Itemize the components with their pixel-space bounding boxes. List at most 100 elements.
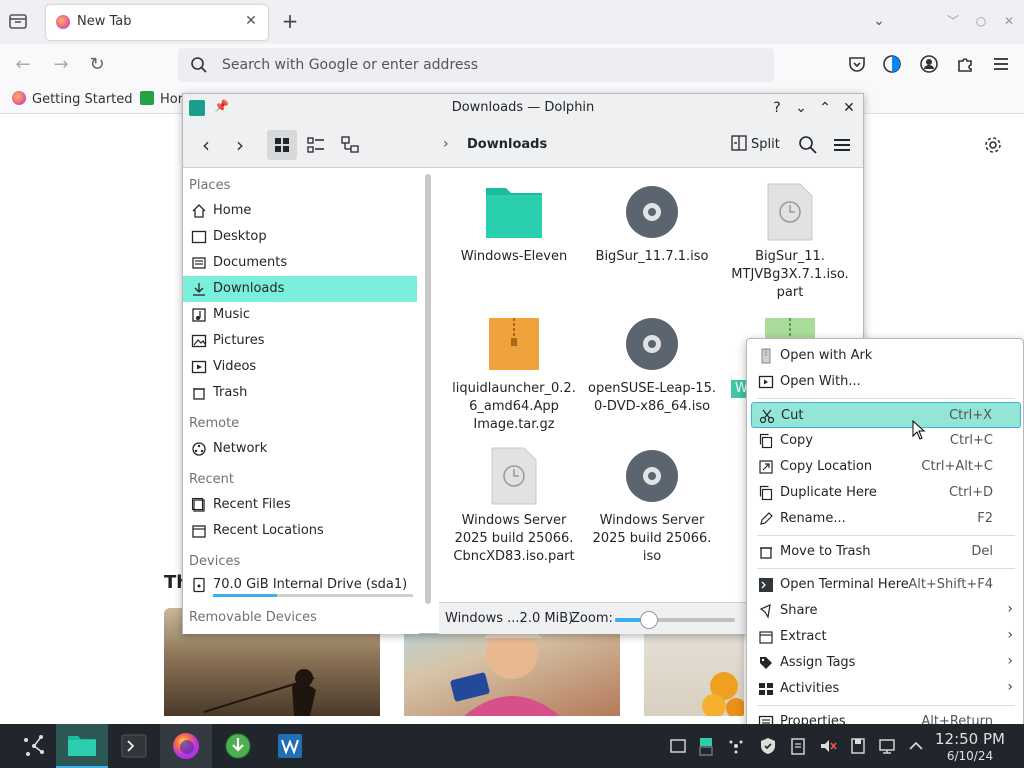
taskbar-downloader[interactable] [212,724,264,768]
tab-list-icon[interactable] [8,12,30,32]
back-icon[interactable]: ← [10,52,36,78]
url-bar[interactable] [178,48,774,82]
sidebar-scrollbar[interactable] [423,172,433,632]
extensions-icon[interactable] [954,53,976,75]
menu-item-open-with-ark[interactable]: Open with Ark [751,343,1021,369]
sidebar-item-music[interactable]: Music [183,302,417,328]
menu-item-open-terminal-here[interactable]: Open Terminal Here Alt+Shift+F4 [751,572,1021,598]
menu-item-share[interactable]: Share › [751,598,1021,624]
sidebar-scroll-thumb[interactable] [425,174,431,604]
forward-icon[interactable]: › [227,132,253,158]
file-item[interactable]: Windows Server 2025 build 25066. iso [583,446,721,566]
menu-item-assign-tags[interactable]: Assign Tags › [751,650,1021,676]
details-view-icon [341,136,359,153]
file-item[interactable]: BigSur_11. MTJVBg3X.7.1.iso. part [721,182,859,302]
reload-icon[interactable]: ↻ [84,52,110,78]
close-window-icon[interactable]: ✕ [1000,12,1018,30]
menu-item-copy[interactable]: Copy Ctrl+C [751,428,1021,454]
pocket-icon[interactable] [846,53,868,75]
hamburger-menu-icon[interactable] [990,53,1012,75]
new-tab-button[interactable]: + [279,10,301,32]
breadcrumb[interactable]: Downloads [467,137,547,152]
bookmark-home[interactable]: Hor [140,91,183,109]
share-icon [759,603,771,619]
help-icon[interactable]: ? [767,98,787,118]
zoom-slider[interactable] [615,611,735,629]
network-icon[interactable] [878,736,898,756]
application-launcher[interactable] [8,724,60,768]
sidebar-item-videos[interactable]: Videos [183,354,417,380]
dolphin-toolbar: ‹ › › Downloads Split [183,122,863,168]
tab-new-tab[interactable]: New Tab ✕ [46,5,268,40]
account-icon[interactable] [918,53,940,75]
desktop-peek-icon[interactable] [668,736,688,756]
file-item[interactable]: liquidlauncher_0.2. 6_amd64.App Image.ta… [445,314,583,434]
firefox-view-icon[interactable] [881,53,903,75]
menu-item-copy-location[interactable]: Copy Location Ctrl+Alt+C [751,454,1021,480]
file-item[interactable]: openSUSE-Leap-15. 0-DVD-x86_64.iso [583,314,721,416]
menu-item-cut[interactable]: Cut Ctrl+X [751,402,1021,428]
sidebar-item-documents[interactable]: Documents [183,250,417,276]
sidebar-item-recent-locations[interactable]: Recent Locations [183,518,417,544]
sidebar-item-recent-files[interactable]: Recent Files [183,492,417,518]
shield-icon[interactable] [758,736,778,756]
volume-muted-icon[interactable] [818,736,838,756]
sidebar-item-trash[interactable]: Trash [183,380,417,406]
menu-item-extract[interactable]: Extract › [751,624,1021,650]
menu-item-rename[interactable]: Rename... F2 [751,506,1021,532]
forward-icon[interactable]: → [48,52,74,78]
sidebar-item-home[interactable]: Home [183,198,417,224]
list-all-tabs-icon[interactable]: ⌄ [870,12,888,30]
bookmark-getting-started[interactable]: Getting Started [12,91,133,109]
close-tab-icon[interactable]: ✕ [242,12,260,30]
minimize-icon[interactable]: ﹀ [944,12,962,30]
taskbar: 12:50 PM 6/10/24 [0,724,1024,768]
compact-view-button[interactable] [301,130,331,160]
sidebar-item-downloads[interactable]: Downloads [183,276,417,302]
icons-view-button[interactable] [267,130,297,160]
show-hidden-icons-icon[interactable] [906,736,926,756]
sidebar-item-label: Documents [213,255,288,270]
taskbar-dolphin[interactable] [56,724,108,768]
dolphin-title-bar[interactable]: 📌 Downloads — Dolphin ? ⌄ ⌃ ✕ [183,94,863,122]
sidebar-item-internal-drive[interactable]: 70.0 GiB Internal Drive (sda1) [183,572,417,600]
taskbar-firefox[interactable] [160,724,212,768]
sidebar-item-label: Recent Files [213,497,291,512]
menu-item-activities[interactable]: Activities › [751,676,1021,702]
search-icon[interactable] [797,134,819,156]
settings-gear-icon[interactable] [982,134,1004,156]
file-item[interactable]: Windows-Eleven [445,182,583,266]
menu-item-label: Cut [781,408,804,423]
hamburger-menu-icon[interactable] [831,134,853,156]
minimize-icon[interactable]: ⌄ [791,98,811,118]
back-icon[interactable]: ‹ [193,132,219,158]
sidebar-item-network[interactable]: Network [183,436,417,462]
menu-item-open-with[interactable]: Open With... [751,369,1021,395]
address-input[interactable] [222,54,742,76]
breadcrumb-arrow-icon[interactable]: › [443,136,449,152]
trash-icon [193,388,205,400]
split-button[interactable]: Split [731,132,780,158]
file-name: openSUSE-Leap-15. 0-DVD-x86_64.iso [588,381,716,414]
storage-icon[interactable] [848,736,868,756]
menu-item-duplicate-here[interactable]: Duplicate Here Ctrl+D [751,480,1021,506]
notes-icon[interactable] [788,736,808,756]
details-view-button[interactable] [335,130,365,160]
maximize-icon[interactable]: ⌃ [815,98,835,118]
file-item[interactable]: BigSur_11.7.1.iso [583,182,721,266]
clock-date: 6/10/24 [946,749,994,763]
menu-item-move-to-trash[interactable]: Move to Trash Del [751,539,1021,565]
taskbar-konsole[interactable] [108,724,160,768]
file-item[interactable]: Windows Server 2025 build 25066. CbncXD8… [445,446,583,566]
close-icon[interactable]: ✕ [839,98,859,118]
clipboard-icon[interactable] [726,736,746,756]
taskbar-virt-manager[interactable] [264,724,316,768]
virtual-desktop-pager-icon[interactable] [696,736,716,756]
sidebar-item-pictures[interactable]: Pictures [183,328,417,354]
clock[interactable]: 12:50 PM 6/10/24 [932,730,1008,764]
zoom-slider-handle[interactable] [639,611,658,629]
sidebar-item-desktop[interactable]: Desktop [183,224,417,250]
submenu-arrow-icon: › [1007,627,1013,643]
terminal-icon [121,734,147,758]
maximize-icon[interactable]: ○ [972,12,990,30]
